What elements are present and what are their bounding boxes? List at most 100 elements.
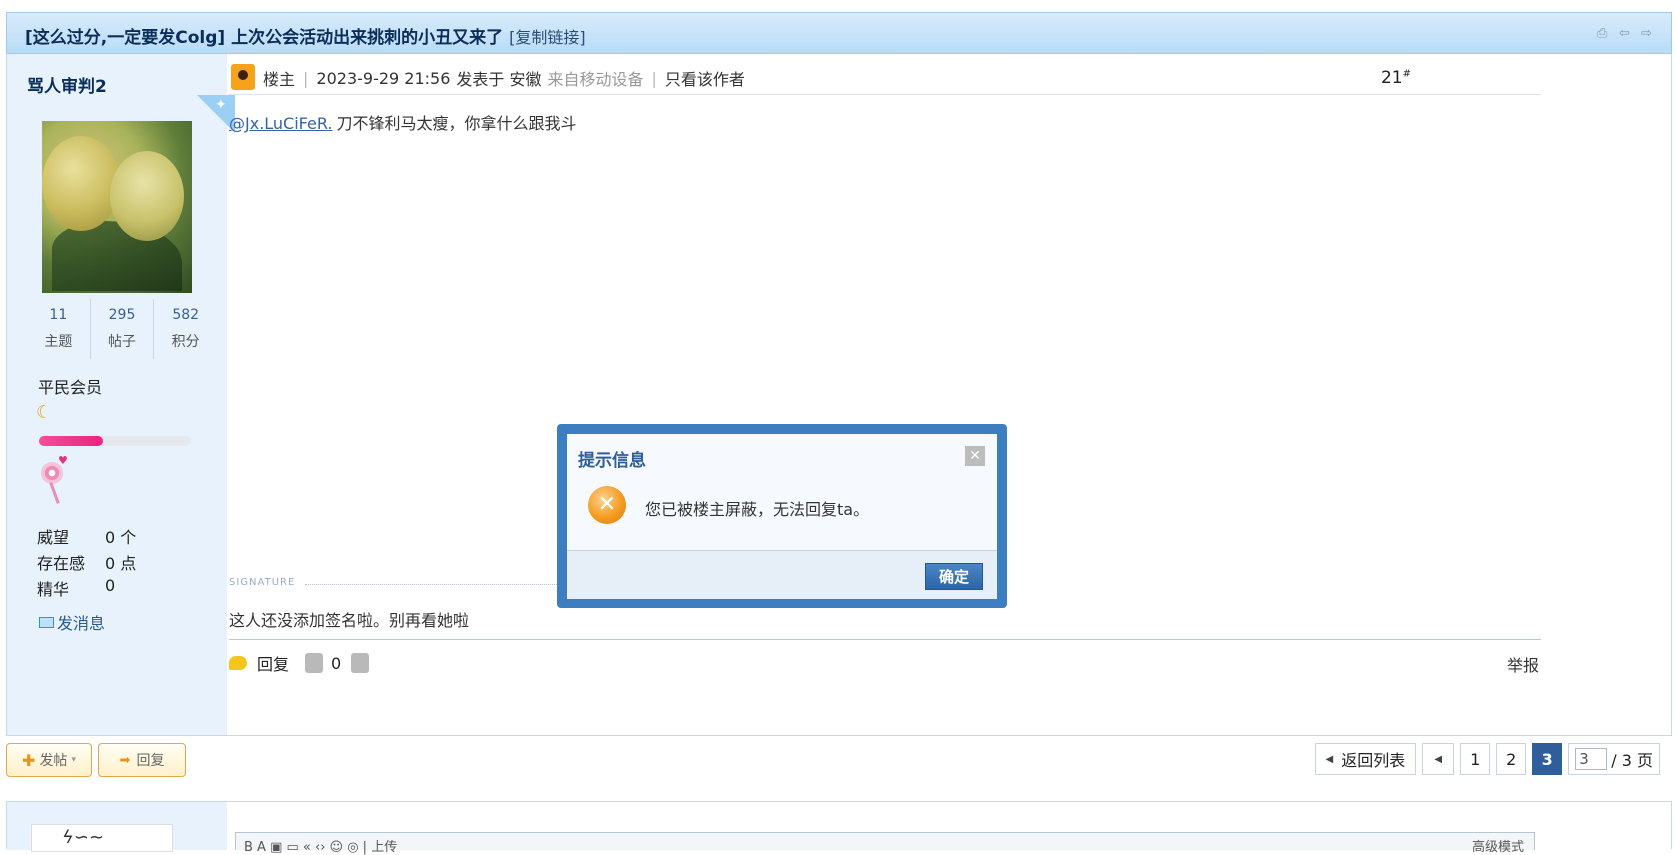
prev-thread-icon[interactable]: ⇦ (1619, 27, 1635, 41)
post-device: 来自移动设备 (547, 70, 644, 89)
caret-left-icon: ◀ (1325, 753, 1334, 765)
post-header: 楼主 | 2023-9-29 21:56 发表于 安徽 来自移动设备 | 只看该… (229, 54, 1541, 95)
editor-toolbar: B A ▣ ▭ « ‹› ☺ ◎ | 上传 高级模式 (235, 832, 1535, 855)
reply-bubble-icon[interactable] (229, 656, 247, 670)
post-timestamp: 2023-9-29 21:56 (316, 68, 451, 88)
report-link[interactable]: 举报 (1507, 652, 1539, 676)
floor-mark: # (1402, 68, 1411, 80)
advanced-mode-link[interactable]: 高级模式 (1472, 836, 1524, 855)
new-post-label: 发帖 (39, 753, 68, 769)
dialog-message: 您已被楼主屏蔽，无法回复ta。 (645, 500, 870, 519)
author-name[interactable]: 骂人审判2 (27, 72, 107, 97)
meta-separator: | (303, 68, 309, 88)
arrow-right-icon: ➡ (119, 752, 131, 768)
page-jump: / 3 页 (1568, 743, 1660, 775)
stat-label: 积分 (171, 334, 200, 350)
plus-icon: ✚ (22, 750, 36, 770)
stat-points[interactable]: 582 积分 (154, 299, 217, 359)
dialog-title: 提示信息 (578, 451, 646, 471)
back-to-list-label: 返回列表 (1341, 751, 1406, 770)
meta-separator: | (651, 68, 657, 88)
copy-link[interactable]: [复制链接] (509, 28, 586, 47)
send-message-link[interactable]: 发消息 (39, 610, 105, 634)
print-icon[interactable]: ⎙ (1597, 27, 1613, 41)
info-value: 0 点 (105, 554, 137, 573)
back-to-list-button[interactable]: ◀ 返回列表 (1314, 743, 1417, 775)
caret-left-icon: ◀ (1434, 753, 1443, 765)
avatar[interactable] (42, 121, 192, 293)
confirm-button[interactable]: 确定 (925, 563, 983, 590)
stat-label: 主题 (44, 334, 73, 350)
stat-topics[interactable]: 11 主题 (27, 299, 91, 359)
thread-title-text: [这么过分,一定要发Colg] 上次公会活动出来挑刺的小丑又来了 (25, 28, 504, 48)
thread-starter-icon (231, 64, 255, 90)
reply-link[interactable]: 回复 (257, 651, 289, 675)
info-presence: 存在感 0 点 (37, 550, 136, 574)
info-value: 0 (105, 576, 116, 595)
info-key: 存在感 (37, 554, 86, 573)
post-actions: 回复 0 (229, 651, 370, 675)
author-sidebar: 骂人审判2 ✦ 11 主题 295 帖子 582 积分 平民会员 ☾ ♥ 威望 … (7, 54, 235, 735)
post-footer-divider (229, 639, 1541, 640)
only-author-link[interactable]: 只看该作者 (665, 66, 745, 90)
post-meta: 楼主 | 2023-9-29 21:56 发表于 安徽 来自移动设备 | 只看该… (263, 66, 745, 90)
post-container: 骂人审判2 ✦ 11 主题 295 帖子 582 积分 平民会员 ☾ ♥ 威望 … (6, 54, 1672, 736)
user-avatar: ϟ∽~ (31, 824, 173, 852)
post-main: 楼主 | 2023-9-29 21:56 发表于 安徽 来自移动设备 | 只看该… (229, 54, 1669, 735)
stat-value: 582 (172, 307, 200, 323)
signature-text: 这人还没添加签名啦。别再看她啦 (229, 611, 470, 630)
quick-reply-box: ϟ∽~ B A ▣ ▭ « ‹› ☺ ◎ | 上传 高级模式 (6, 801, 1672, 855)
send-message-label: 发消息 (57, 614, 106, 633)
info-essence: 精华 0 (37, 576, 115, 600)
page-jump-input[interactable] (1575, 748, 1608, 770)
signature-label: SIGNATURE (229, 577, 296, 588)
stat-value: 11 (49, 307, 68, 323)
quick-reply-sidebar: ϟ∽~ (7, 802, 227, 852)
mention-link[interactable]: @Jx.LuCiFeR. (229, 114, 332, 133)
reply-label: 回复 (136, 753, 165, 769)
post-location: 发表于 安徽 (456, 70, 542, 89)
alert-dialog: 提示信息 ✕ ✕ 您已被楼主屏蔽，无法回复ta。 确定 (557, 424, 1007, 608)
moon-icon: ☾ (36, 402, 53, 423)
avatar-fruit (110, 151, 184, 241)
avatar-fruit (42, 136, 120, 231)
thread-title-bar: [这么过分,一定要发Colg] 上次公会活动出来挑刺的小丑又来了 [复制链接] ⎙… (6, 12, 1672, 54)
info-key: 威望 (37, 528, 70, 547)
like-count: 0 (331, 653, 342, 673)
stat-value: 295 (108, 307, 136, 323)
dialog-body: 提示信息 ✕ ✕ 您已被楼主屏蔽，无法回复ta。 确定 (567, 434, 997, 599)
lollipop-medal-icon: ♥ (37, 454, 71, 504)
user-level[interactable]: 平民会员 (38, 374, 102, 398)
dialog-footer: 确定 (567, 550, 997, 599)
pagination: ◀ 返回列表 ◀ 1 2 3 / 3 页 (1314, 743, 1660, 775)
close-icon[interactable]: ✕ (965, 446, 985, 466)
stat-label: 帖子 (108, 334, 136, 350)
info-prestige: 威望 0 个 (37, 524, 136, 548)
thumbs-up-icon[interactable] (305, 653, 324, 673)
new-post-button[interactable]: ✚ 发帖 ▾ (6, 743, 92, 777)
reply-button[interactable]: ➡ 回复 (98, 743, 186, 777)
page-total: / 3 页 (1611, 751, 1653, 770)
title-bar-icons: ⎙ ⇦ ⇨ (1597, 27, 1657, 41)
chevron-down-icon: ▾ (71, 755, 76, 765)
error-icon: ✕ (588, 486, 626, 524)
author-stats: 11 主题 295 帖子 582 积分 (27, 299, 217, 359)
thumbs-down-icon[interactable] (351, 653, 370, 673)
post-text: 刀不锋利马太瘦，你拿什么跟我斗 (336, 114, 577, 133)
envelope-icon (39, 616, 54, 628)
page-2[interactable]: 2 (1496, 743, 1527, 775)
info-key: 精华 (37, 580, 70, 599)
floor-number[interactable]: 21# (1381, 68, 1411, 88)
page-1[interactable]: 1 (1460, 743, 1491, 775)
editor-tools[interactable]: B A ▣ ▭ « ‹› ☺ ◎ | 上传 (244, 836, 397, 855)
thread-title: [这么过分,一定要发Colg] 上次公会活动出来挑刺的小丑又来了 [复制链接] (25, 23, 586, 48)
page-3-current[interactable]: 3 (1532, 743, 1563, 775)
post-content: @Jx.LuCiFeR. 刀不锋利马太瘦，你拿什么跟我斗 (229, 110, 576, 134)
prev-page-button[interactable]: ◀ (1422, 743, 1455, 775)
avatar-scribble: ϟ∽~ (62, 827, 105, 848)
next-thread-icon[interactable]: ⇨ (1641, 27, 1657, 41)
info-value: 0 个 (105, 528, 137, 547)
level-progress-fill (39, 436, 103, 446)
op-label: 楼主 (263, 70, 296, 89)
stat-posts[interactable]: 295 帖子 (91, 299, 155, 359)
